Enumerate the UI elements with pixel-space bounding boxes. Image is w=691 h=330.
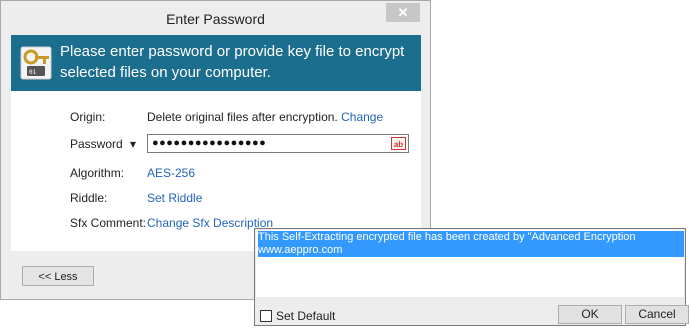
set-default-checkbox[interactable] xyxy=(260,310,272,322)
close-icon: ✕ xyxy=(397,5,409,20)
form-area: Origin: Delete original files after encr… xyxy=(11,91,421,251)
set-riddle-link[interactable]: Set Riddle xyxy=(147,191,202,205)
title-bar[interactable]: Enter Password ✕ xyxy=(1,1,430,35)
ok-button[interactable]: OK xyxy=(558,305,622,324)
origin-label: Origin: xyxy=(70,110,106,124)
riddle-label: Riddle: xyxy=(70,191,108,205)
sfx-description-textarea[interactable]: This Self-Extracting encrypted file has … xyxy=(256,230,684,297)
password-label: Password xyxy=(70,137,123,151)
close-button[interactable]: ✕ xyxy=(386,3,420,22)
svg-text:01: 01 xyxy=(29,69,37,76)
info-banner: 01 Please enter password or provide key … xyxy=(11,35,421,91)
sfx-comment-label: Sfx Comment: xyxy=(70,216,147,230)
set-default-label[interactable]: Set Default xyxy=(276,309,335,323)
password-label-dropdown[interactable]: Password ▾ xyxy=(70,137,136,151)
description-line-2: www.aeppro.com xyxy=(258,244,343,257)
dialog-title: Enter Password xyxy=(166,11,265,27)
key-lock-icon: 01 xyxy=(20,46,52,80)
password-input[interactable]: ●●●●●●●●●●●●●●●● ab xyxy=(147,134,409,153)
banner-message: Please enter password or provide key fil… xyxy=(60,43,405,81)
spell-check-icon[interactable]: ab xyxy=(391,137,406,150)
algorithm-link[interactable]: AES-256 xyxy=(147,166,195,180)
origin-value: Delete original files after encryption. … xyxy=(147,110,383,124)
algorithm-label: Algorithm: xyxy=(70,166,125,180)
chevron-down-icon: ▾ xyxy=(130,137,137,151)
less-button[interactable]: << Less xyxy=(22,266,94,286)
change-origin-link[interactable]: Change xyxy=(341,110,383,124)
cancel-button[interactable]: Cancel xyxy=(625,305,689,324)
origin-text: Delete original files after encryption. xyxy=(147,110,338,124)
password-value: ●●●●●●●●●●●●●●●● xyxy=(152,137,267,149)
sfx-description-popup: This Self-Extracting encrypted file has … xyxy=(254,228,689,326)
